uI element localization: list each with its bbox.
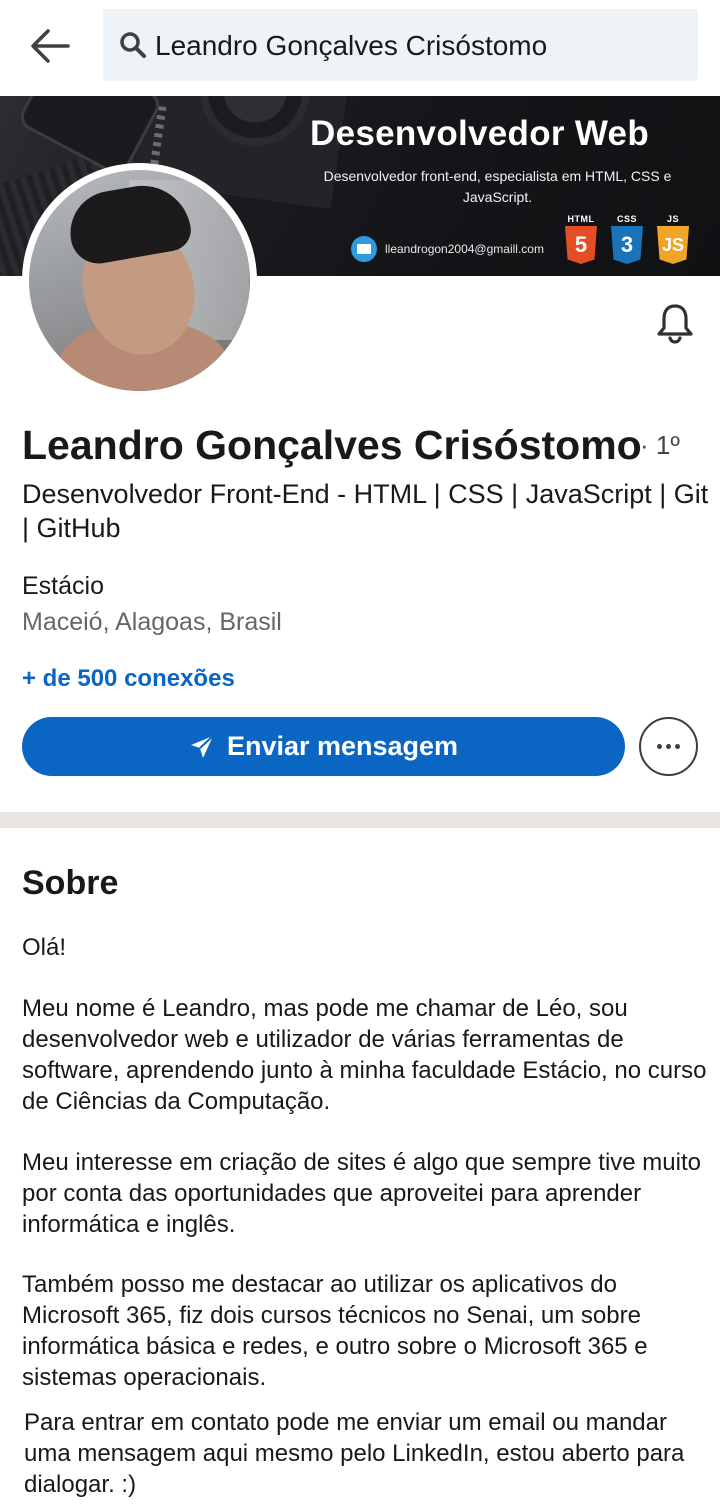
profile-education[interactable]: Estácio [22,570,104,602]
profile-photo [29,170,250,391]
about-paragraph: Meu interesse em criação de sites é algo… [22,1149,701,1238]
about-paragraph: Olá! [22,934,67,961]
about-paragraph: Para entrar em contato pode me enviar um… [24,1409,685,1498]
about-title: Sobre [22,864,119,902]
about-paragraph: Meu nome é Leandro, mas pode me chamar d… [22,995,707,1115]
search-icon [119,31,147,59]
search-input[interactable]: Leandro Gonçalves Crisóstomo [103,9,698,81]
send-message-label: Enviar mensagem [226,731,459,761]
html5-shield: 5 [565,226,597,264]
search-query[interactable]: Leandro Gonçalves Crisóstomo [155,29,547,63]
more-options-button[interactable] [639,717,698,776]
send-message-button[interactable]: Enviar mensagem [22,717,625,776]
profile-headline: Desenvolvedor Front-End - HTML | CSS | J… [22,479,709,543]
profile-location: Maceió, Alagoas, Brasil [22,608,282,636]
banner-title: Desenvolvedor Web [310,114,650,153]
top-bar: Leandro Gonçalves Crisóstomo [0,0,720,96]
more-dot-icon [675,744,680,749]
back-arrow-icon[interactable] [24,22,76,70]
css3-logo-icon: CSS 3 [609,214,645,264]
connections-link[interactable]: + de 500 conexões [22,663,235,695]
html5-logo-icon: HTML 5 [563,214,599,264]
banner-subtitle: Desenvolvedor front-end, especialista em… [323,168,672,205]
mail-icon [351,236,377,262]
banner-email: lleandrogon2004@gmaill.com [385,242,544,256]
bell-icon[interactable] [653,300,697,344]
profile-name: Leandro Gonçalves Crisóstomo [22,422,642,468]
about-paragraph: Também posso me destacar ao utilizar os … [22,1271,648,1391]
more-dot-icon [666,744,671,749]
html5-label: HTML [567,214,595,224]
js-label: JS [666,214,679,224]
css3-label: CSS [616,214,637,224]
more-dot-icon [657,744,662,749]
css3-shield: 3 [611,226,643,264]
send-icon [190,734,214,758]
js-logo-icon: JS JS [655,214,691,264]
avatar[interactable] [22,163,257,398]
connection-degree: · 1º [640,430,680,460]
js-shield: JS [657,226,689,264]
section-divider [0,812,720,828]
